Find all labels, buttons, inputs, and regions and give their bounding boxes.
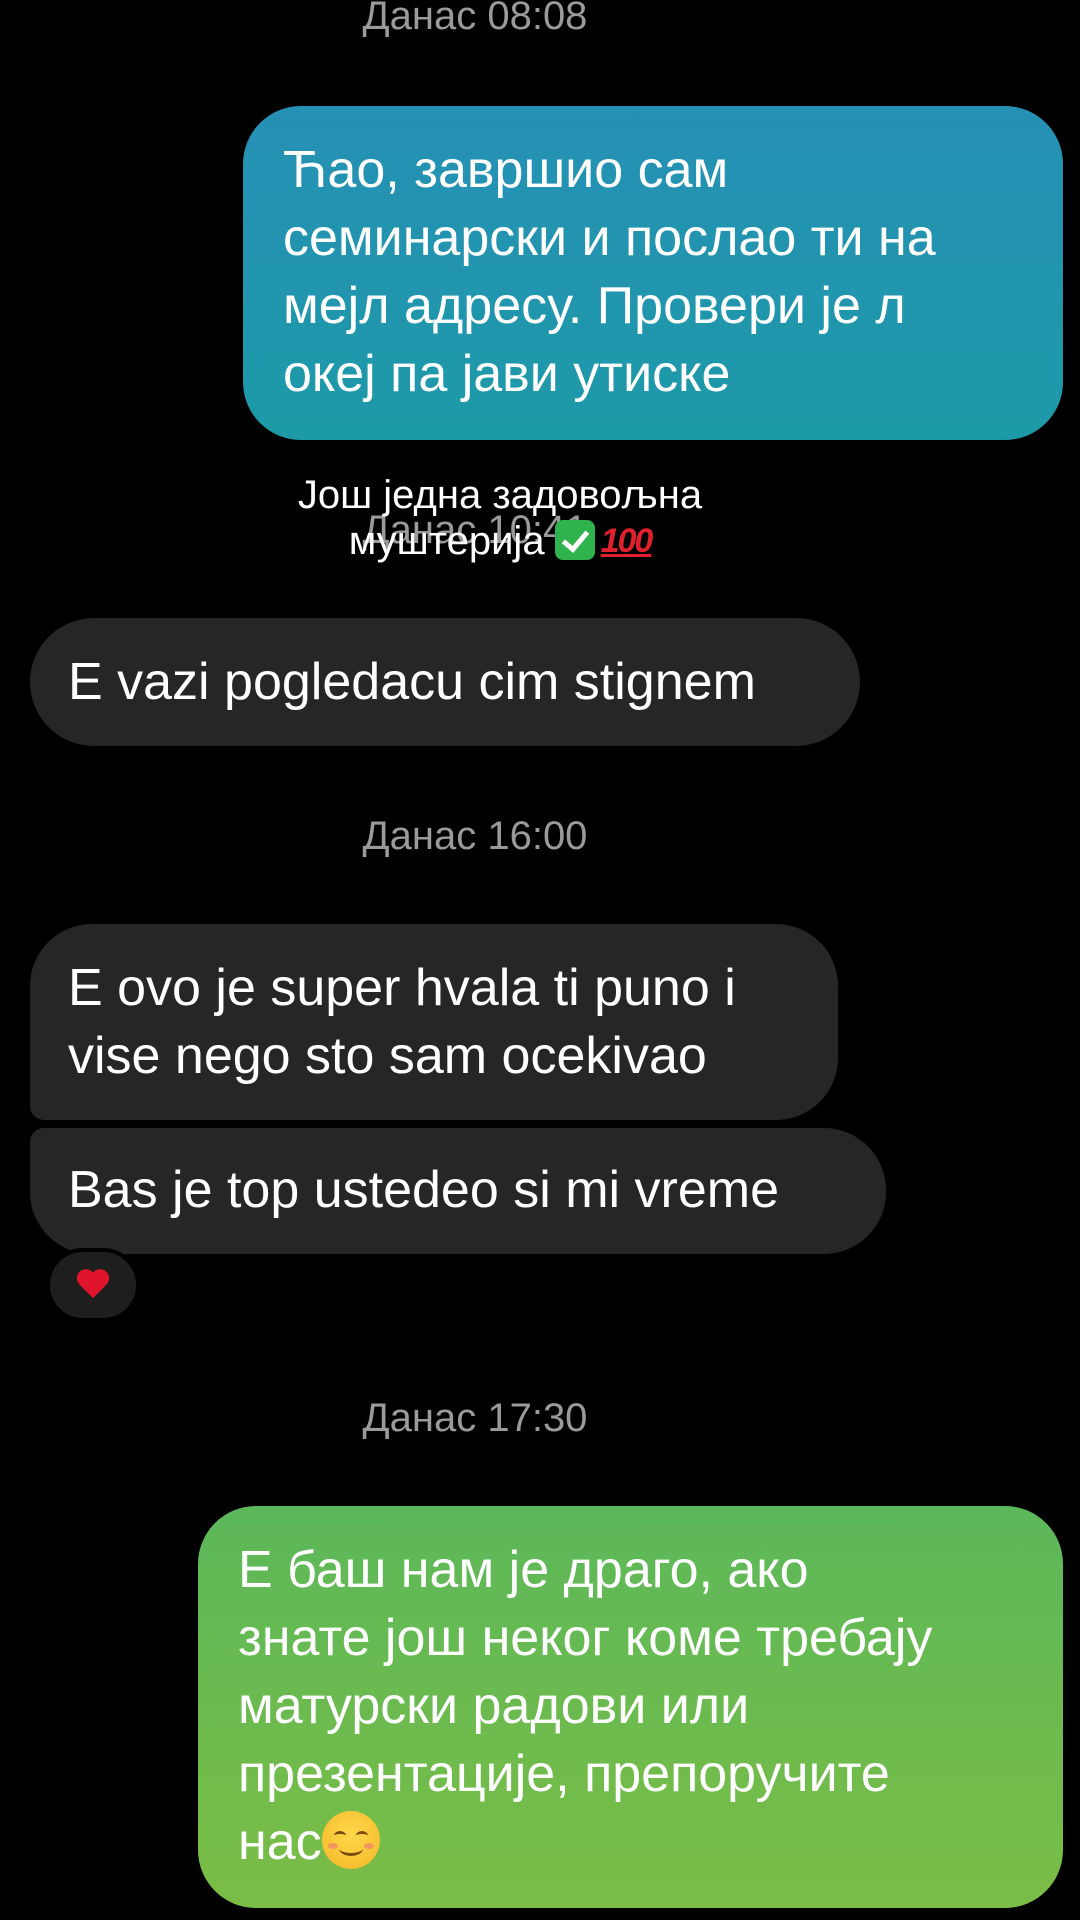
heart-icon [76,1270,110,1300]
message-line: vise nego sto sam ocekivao [68,1027,707,1085]
timestamp: Данас 16:00 [362,814,588,858]
message-line-last: нас [238,1808,1023,1876]
sent-message-bubble[interactable]: Е баш нам је драго, ако знате још неког … [198,1506,1063,1908]
message-line: E ovo je super hvala ti puno i [68,959,736,1017]
overlay-caption-text: муштерија [348,519,545,563]
smiling-face-icon [321,1811,380,1869]
timestamp: Данас 08:08 [362,0,588,38]
message-line: нас [238,1813,322,1871]
timestamp: Данас 17:30 [362,1396,588,1440]
received-message-bubble[interactable]: E vazi pogledacu cim stignem [30,618,860,746]
received-message-bubble[interactable]: Bas je top ustedeo si mi vreme [30,1128,886,1254]
message-reaction[interactable] [46,1248,140,1322]
message-line: семинарски и послао ти на [283,209,936,267]
message-line: мејл адресу. Провери је л [283,277,906,335]
overlay-caption-line: Још једна задовољна [297,473,703,517]
overlay-caption: Још једна задовољна муштерија 100 [240,472,760,564]
overlay-caption-line-2: муштерија 100 [240,518,760,564]
message-line: матурски радови или [238,1677,750,1735]
message-line: презентације, препоручите [238,1745,890,1803]
received-message-bubble[interactable]: E ovo je super hvala ti puno i vise nego… [30,924,838,1120]
hundred-points-icon: 100 [600,522,654,560]
message-line: океј па јави утиске [283,345,731,403]
message-line: Ћао, завршио сам [283,141,729,199]
sent-message-bubble[interactable]: Ћао, завршио сам семинарски и послао ти … [243,106,1063,440]
message-line: Е баш нам је драго, ако [238,1541,809,1599]
message-line: знате још неког коме требају [238,1609,933,1667]
message-line: E vazi pogledacu cim stignem [68,653,756,711]
message-line: Bas je top ustedeo si mi vreme [68,1161,779,1219]
check-mark-icon [554,520,595,560]
